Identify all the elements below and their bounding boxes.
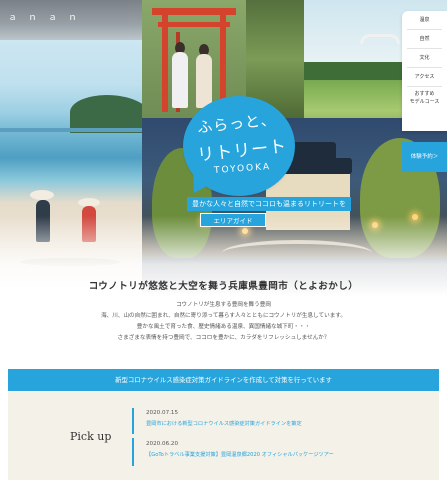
news-title[interactable]: 豊岡市における新型コロナウイルス感染症対策ガイドラインを策定 (146, 420, 302, 427)
hero-collage: ａｎａｎ ふらっと、 リトリート TOYOOKA 豊かな人々と自然でココロも温ま… (0, 0, 447, 296)
pickup-title: Pick up (70, 430, 112, 443)
intro-line: さまざまな表情を持つ豊岡で、ココロを豊かに、カラダをリフレッシュしませんか？ (117, 335, 330, 341)
nav-item-access[interactable]: アクセス (407, 68, 442, 87)
side-nav: 温泉 自然 文化 アクセス おすすめ モデルコース (402, 11, 447, 131)
news-date: 2020.06.20 (146, 441, 179, 447)
nav-item-culture[interactable]: 文化 (407, 49, 442, 68)
pickup-section: Pick up 2020.07.15 豊岡市における新型コロナウイルス感染症対策… (8, 392, 439, 480)
news-item[interactable]: 2020.06.20 【GoToトラベル事業支援対策】豊岡温泉郷2020 オフィ… (146, 441, 334, 458)
nav-item-nature[interactable]: 自然 (407, 30, 442, 49)
intro-title: コウノトリが悠悠と大空を舞う兵庫県豊岡市（とよおかし） (88, 281, 359, 292)
town-photo: ａｎａｎ (0, 0, 142, 40)
page: ａｎａｎ ふらっと、 リトリート TOYOOKA 豊かな人々と自然でココロも温ま… (0, 0, 447, 480)
intro-line: 海、川、山の自然に囲まれ、自然に寄り添って暮らす人々とともにコウノトリが生息して… (101, 313, 346, 319)
intro-line: 豊かな風土で育った食、歴史情緒ある温泉、異国情緒な城下町・・・ (136, 324, 311, 330)
site-logo[interactable]: ａｎａｎ (8, 10, 88, 23)
news-date: 2020.07.15 (146, 410, 179, 416)
covid-banner[interactable]: 新型コロナウイルス感染症対策ガイドラインを作成して対策を行っています (8, 369, 439, 391)
nav-item-onsen[interactable]: 温泉 (407, 11, 442, 30)
hero-catchcopy: 豊かな人々と自然でココロも温まるリトリートを (187, 197, 351, 211)
area-guide-button[interactable]: エリアガイド (200, 213, 266, 227)
intro-text: コウノトリが生息する豊岡を舞う豊岡 海、川、山の自然に囲まれ、自然に寄り添って暮… (0, 300, 447, 344)
news-item[interactable]: 2020.07.15 豊岡市における新型コロナウイルス感染症対策ガイドラインを策… (146, 410, 302, 427)
intro-line: コウノトリが生息する豊岡を舞う豊岡 (176, 302, 271, 308)
booking-button[interactable]: 体験予約＞ (402, 142, 447, 172)
nav-item-model-course[interactable]: おすすめ モデルコース (407, 87, 442, 111)
news-title[interactable]: 【GoToトラベル事業支援対策】豊岡温泉郷2020 オフィシャルパッケージツアー (146, 451, 334, 458)
